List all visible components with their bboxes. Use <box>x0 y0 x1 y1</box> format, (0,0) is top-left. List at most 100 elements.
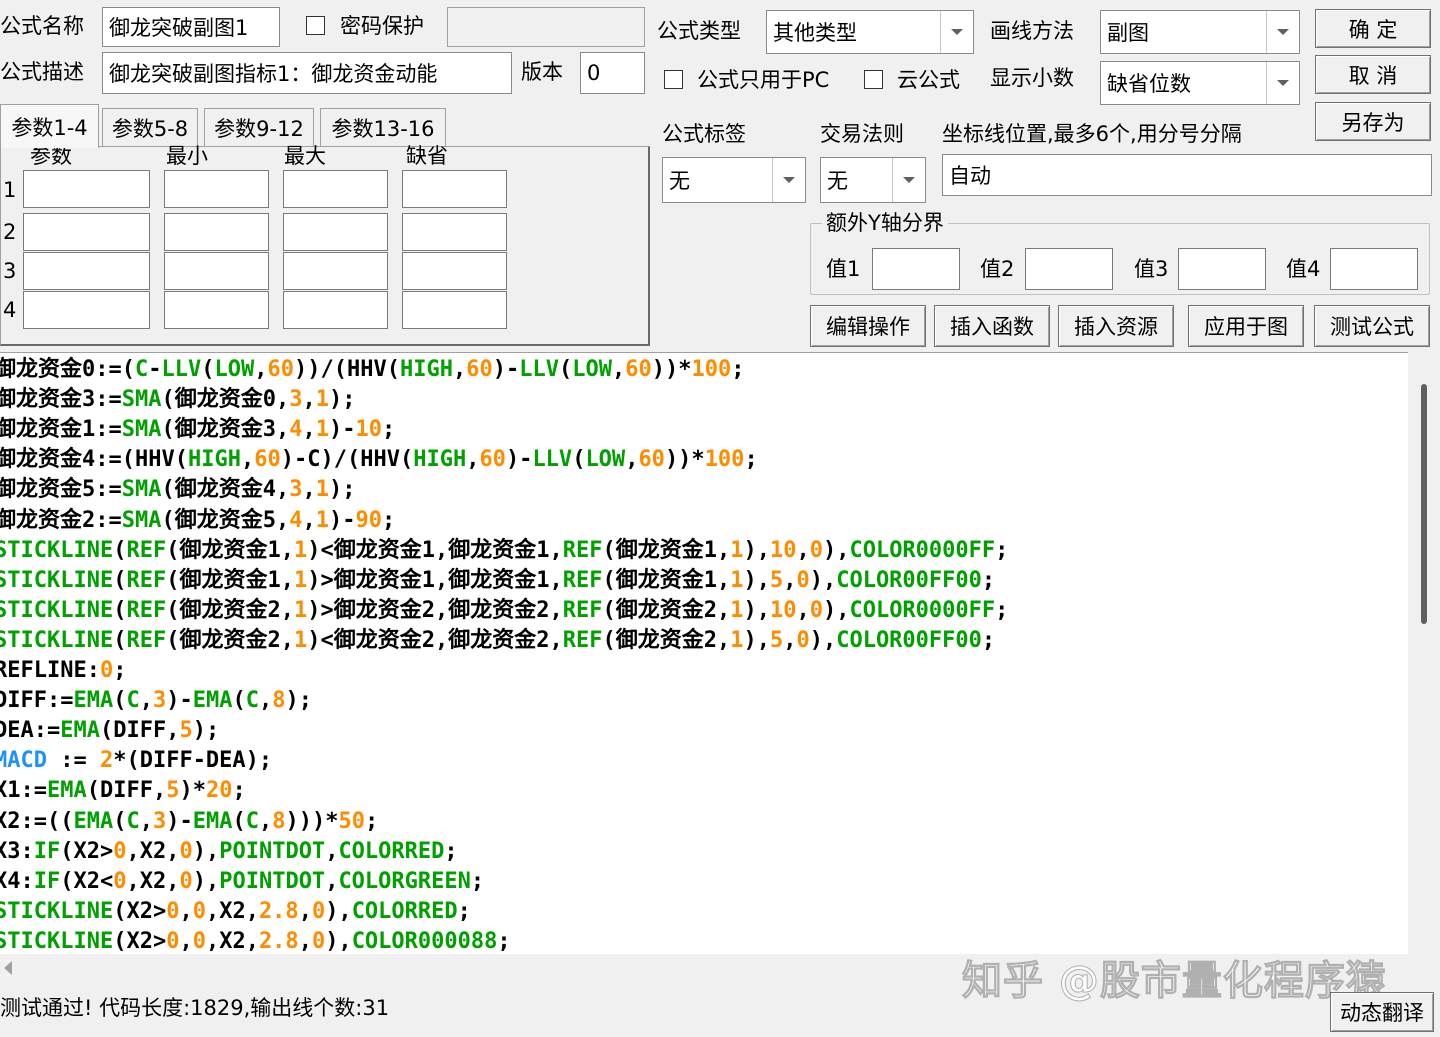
formula-name-label: 公式名称 <box>0 14 84 38</box>
tag-select[interactable]: 无 <box>662 157 806 203</box>
code-token: )>御龙资金2,御龙资金2, <box>307 597 563 623</box>
code-token: 御龙资金4:=( <box>0 447 135 473</box>
code-token: 60 <box>466 357 493 382</box>
chevron-down-icon[interactable] <box>1266 11 1299 53</box>
scroll-left-icon[interactable] <box>4 961 12 975</box>
code-token: REF <box>562 627 603 653</box>
param-3-name[interactable] <box>23 252 150 290</box>
pc-only-checkbox[interactable] <box>664 70 683 89</box>
param-4-default[interactable] <box>402 291 507 329</box>
chevron-down-icon[interactable] <box>940 11 973 53</box>
code-token: ( <box>201 357 215 382</box>
formula-type-select[interactable]: 其他类型 <box>766 10 974 54</box>
cancel-button[interactable]: 取 消 <box>1315 55 1431 94</box>
code-token: SMA <box>121 417 162 443</box>
code-token: 5 <box>769 567 784 593</box>
code-token: )- <box>166 688 193 714</box>
save-as-button[interactable]: 另存为 <box>1315 102 1431 141</box>
code-line: 御龙资金5:=SMA(御龙资金4,3,1); <box>0 475 356 505</box>
code-token: C <box>134 357 149 382</box>
code-token: ; <box>995 597 1009 623</box>
chevron-down-icon[interactable] <box>772 158 805 202</box>
code-line: 御龙资金0:=(C-LLV(LOW,60))/(HHV(HIGH,60)-LLV… <box>0 355 744 385</box>
scroll-thumb[interactable] <box>1421 384 1427 624</box>
code-token: HHV <box>134 447 175 473</box>
code-token: )- <box>505 447 533 473</box>
param-3-max[interactable] <box>283 252 388 290</box>
code-token: , <box>325 838 339 864</box>
code-token: X1:= <box>0 778 47 804</box>
y-value-4-label: 值4 <box>1286 257 1321 281</box>
code-token: 0 <box>809 597 823 623</box>
tab-params-5-8[interactable]: 参数5-8 <box>102 108 198 146</box>
code-token: ), <box>822 537 850 563</box>
code-line: X2:=((EMA(C,3)-EMA(C,8)))*50; <box>0 807 378 837</box>
axis-lines-input[interactable]: 自动 <box>942 154 1432 196</box>
status-text: 测试通过! 代码长度:1829,输出线个数:31 <box>0 996 390 1020</box>
code-token: REF <box>562 597 603 623</box>
decimals-select[interactable]: 缺省位数 <box>1100 61 1300 105</box>
code-token: ( <box>399 447 414 473</box>
code-token: , <box>254 357 268 382</box>
code-token: 1 <box>315 507 329 533</box>
code-token: 5 <box>179 718 193 744</box>
param-2-min[interactable] <box>164 213 269 251</box>
code-line: X1:=EMA(DIFF,5)*20; <box>0 776 246 806</box>
tab-params-13-16[interactable]: 参数13-16 <box>320 108 446 146</box>
chevron-down-icon[interactable] <box>1266 62 1299 104</box>
cloud-checkbox[interactable] <box>864 70 883 89</box>
param-1-name[interactable] <box>23 170 150 208</box>
password-checkbox[interactable] <box>306 16 325 35</box>
param-1-default[interactable] <box>402 170 507 208</box>
code-token: (御龙资金2, <box>602 597 731 623</box>
param-4-name[interactable] <box>23 291 150 329</box>
test-formula-button[interactable]: 测试公式 <box>1314 305 1430 347</box>
param-2-default[interactable] <box>402 213 507 251</box>
code-token: C <box>126 688 140 714</box>
tag-value: 无 <box>669 169 690 193</box>
code-token: , <box>796 537 810 563</box>
edit-ops-button[interactable]: 编辑操作 <box>810 305 926 347</box>
decimals-label: 显示小数 <box>990 66 1074 90</box>
formula-desc-label: 公式描述 <box>0 60 84 84</box>
insert-function-button[interactable]: 插入函数 <box>934 305 1050 347</box>
param-3-default[interactable] <box>402 252 507 290</box>
ok-button[interactable]: 确 定 <box>1315 9 1431 48</box>
code-editor[interactable]: 御龙资金0:=(C-LLV(LOW,60))/(HHV(HIGH,60)-LLV… <box>0 352 1408 955</box>
code-token: HHV <box>346 357 387 382</box>
apply-to-chart-button[interactable]: 应用于图 <box>1188 305 1304 347</box>
param-2-name[interactable] <box>23 213 150 251</box>
dynamic-translate-button[interactable]: 动态翻译 <box>1330 992 1434 1032</box>
param-4-max[interactable] <box>283 291 388 329</box>
param-1-max[interactable] <box>283 170 388 208</box>
formula-name-input[interactable]: 御龙突破副图1 <box>102 7 280 47</box>
insert-resource-button[interactable]: 插入资源 <box>1058 305 1174 347</box>
param-4-min[interactable] <box>164 291 269 329</box>
vertical-scrollbar[interactable] <box>1408 352 1440 954</box>
y-value-2-input[interactable] <box>1025 248 1113 290</box>
code-token: 1 <box>315 477 329 503</box>
code-token: 2.8 <box>258 928 299 954</box>
param-1-min[interactable] <box>164 170 269 208</box>
param-3-min[interactable] <box>164 252 269 290</box>
draw-method-select[interactable]: 副图 <box>1100 10 1300 54</box>
code-token: , <box>796 597 810 623</box>
code-token: STICKLINE <box>0 898 114 924</box>
code-line: 御龙资金2:=SMA(御龙资金5,4,1)-90; <box>0 506 395 536</box>
y-value-1-input[interactable] <box>872 248 960 290</box>
chevron-down-icon[interactable] <box>892 158 925 202</box>
code-token: ( <box>113 537 127 563</box>
y-value-3-input[interactable] <box>1178 248 1266 290</box>
formula-desc-input[interactable]: 御龙突破副图指标1：御龙资金动能 <box>102 52 512 94</box>
code-token: )>御龙资金1,御龙资金1, <box>307 567 563 593</box>
code-token: (御龙资金0, <box>161 387 290 413</box>
tab-params-9-12[interactable]: 参数9-12 <box>204 108 314 146</box>
y-value-4-input[interactable] <box>1330 248 1418 290</box>
code-line: X4:IF(X2<0,X2,0),POINTDOT,COLORGREEN; <box>0 867 484 897</box>
code-token: COLOR000088 <box>351 928 498 954</box>
version-input[interactable]: 0 <box>580 52 645 94</box>
trade-rule-select[interactable]: 无 <box>820 157 926 203</box>
tab-params-1-4[interactable]: 参数1-4 <box>0 104 99 148</box>
param-2-max[interactable] <box>283 213 388 251</box>
pc-only-label: 公式只用于PC <box>697 68 830 92</box>
